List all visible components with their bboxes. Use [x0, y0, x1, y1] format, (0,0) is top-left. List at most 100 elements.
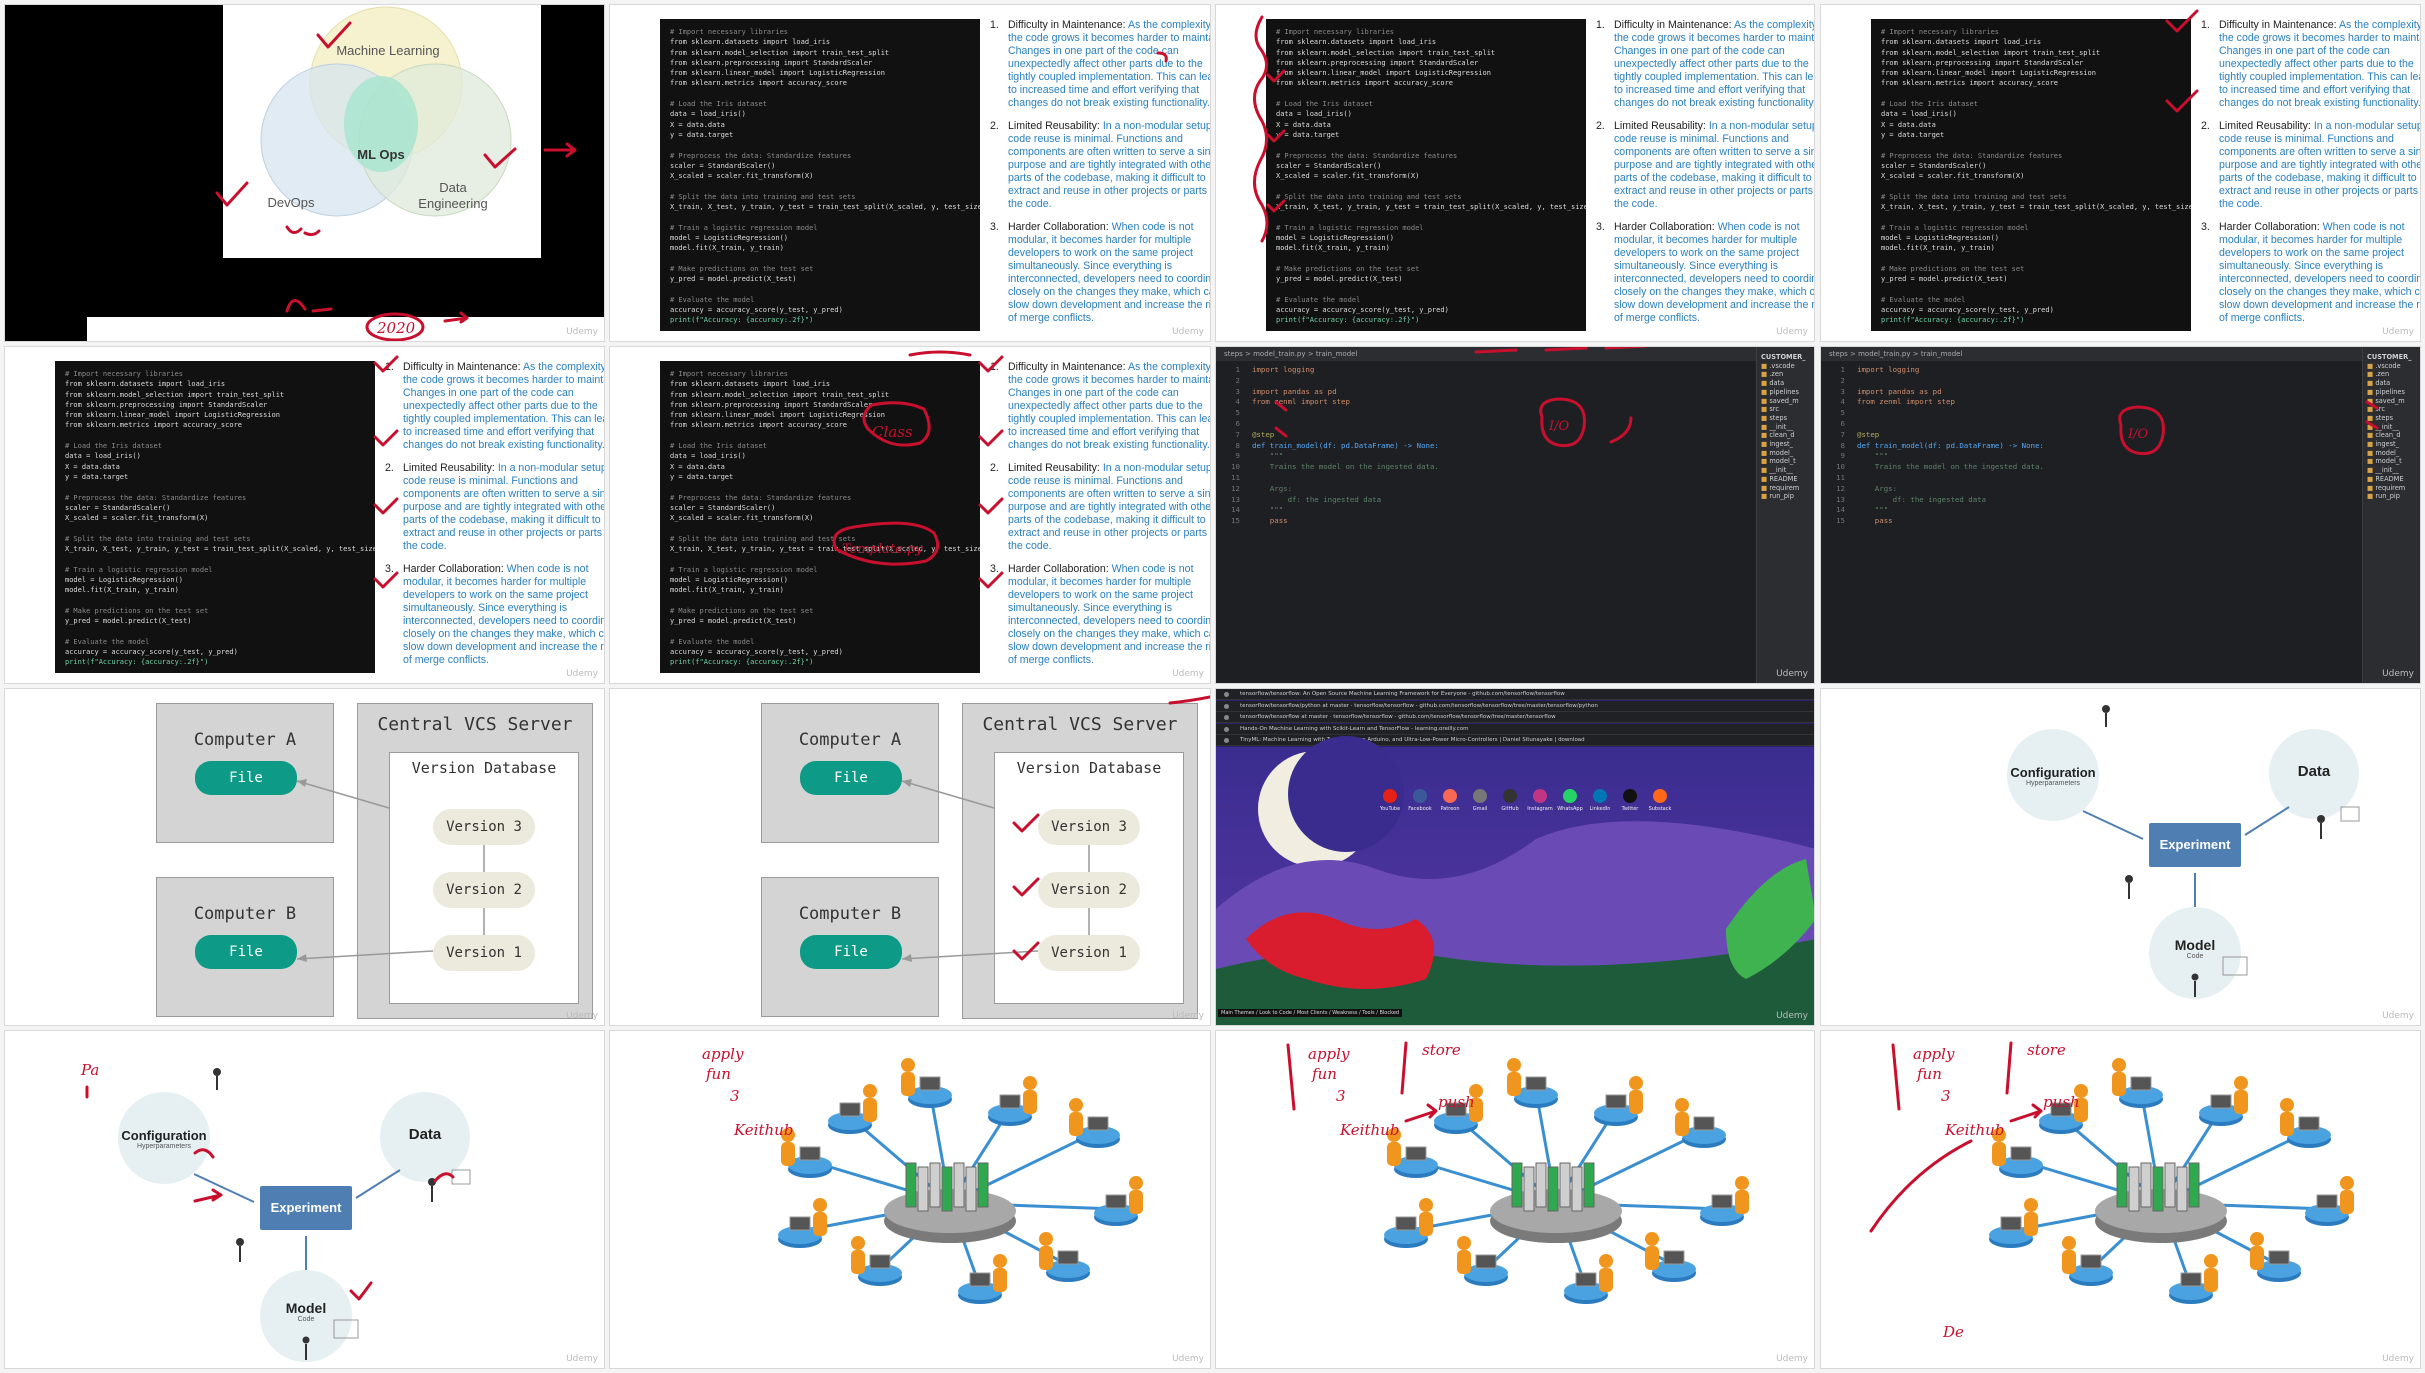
tile-editor-1[interactable]: steps > model_train.py > train_model 123…: [1215, 346, 1815, 684]
version-pill[interactable]: Version 2: [1038, 872, 1140, 908]
social-link[interactable]: Facebook: [1406, 789, 1434, 812]
tree-item[interactable]: ■ clean_d: [2367, 431, 2416, 440]
code-line[interactable]: pass: [1252, 516, 1439, 527]
code-line[interactable]: """: [1252, 451, 1439, 462]
code-line[interactable]: Args:: [1857, 484, 2044, 495]
code-line[interactable]: [1857, 473, 2044, 484]
social-link[interactable]: WhatsApp: [1556, 789, 1584, 812]
code-line[interactable]: from zenml import step: [1252, 397, 1439, 408]
tree-item[interactable]: ■ __init__: [2367, 423, 2416, 432]
tree-item[interactable]: ■ data: [2367, 379, 2416, 388]
tree-item[interactable]: ■ data: [1761, 379, 1810, 388]
tree-item[interactable]: ■ pipelines: [2367, 388, 2416, 397]
editor-code[interactable]: import logging import pandas as pd from z…: [1252, 365, 1439, 527]
tree-item[interactable]: ■ run_pip: [1761, 492, 1810, 501]
code-editor[interactable]: steps > model_train.py > train_model 123…: [1821, 347, 2420, 683]
tile-network-3[interactable]: apply fun 3 Keithub store push De Udemy: [1820, 1030, 2421, 1369]
tree-item[interactable]: ■ saved_m: [1761, 397, 1810, 406]
tile-experiment-2[interactable]: Configuration Hyperparameters Data Experime…: [4, 1030, 605, 1369]
code-line[interactable]: [1857, 408, 2044, 419]
social-link[interactable]: Gmail: [1466, 789, 1494, 812]
code-line[interactable]: import pandas as pd: [1252, 387, 1439, 398]
code-line[interactable]: def train_model(df: pd.DataFrame) -> Non…: [1252, 441, 1439, 452]
project-tree[interactable]: CUSTOMER_ ■ .vscode ■ .zen ■ data ■ pipeline…: [2362, 347, 2420, 683]
tile-experiment-1[interactable]: Configuration Hyperparameters Data Experime…: [1820, 688, 2421, 1026]
tree-item[interactable]: ■ clean_d: [1761, 431, 1810, 440]
tree-item[interactable]: ■ .zen: [1761, 370, 1810, 379]
tile-central-vcs-1[interactable]: Computer A File Computer B File Central VCS …: [4, 688, 605, 1026]
code-line[interactable]: import logging: [1857, 365, 2044, 376]
tree-item[interactable]: ■ README: [2367, 475, 2416, 484]
tree-item[interactable]: ■ steps: [1761, 414, 1810, 423]
code-line[interactable]: [1252, 419, 1439, 430]
code-line[interactable]: import logging: [1252, 365, 1439, 376]
code-editor[interactable]: steps > model_train.py > train_model 123…: [1216, 347, 1814, 683]
social-link[interactable]: Patreon: [1436, 789, 1464, 812]
tile-code-points-1[interactable]: # Import necessary libraries from sklearn…: [609, 4, 1211, 342]
tree-item[interactable]: ■ .vscode: [1761, 362, 1810, 371]
editor-breadcrumb[interactable]: steps > model_train.py > train_model: [1216, 347, 1814, 361]
editor-code[interactable]: import logging import pandas as pd from z…: [1857, 365, 2044, 527]
code-line[interactable]: @step: [1857, 430, 2044, 441]
social-link[interactable]: YouTube: [1376, 789, 1404, 812]
tree-item[interactable]: ■ pipelines: [1761, 388, 1810, 397]
tile-browser[interactable]: tensorflow/tensorflow: An Open Source Ma…: [1215, 688, 1815, 1026]
tree-item[interactable]: ■ model_: [1761, 449, 1810, 458]
code-line[interactable]: import pandas as pd: [1857, 387, 2044, 398]
code-line[interactable]: df: the ingested data: [1857, 495, 2044, 506]
code-line[interactable]: [1252, 376, 1439, 387]
version-pill[interactable]: Version 1: [1038, 935, 1140, 971]
tree-item[interactable]: ■ __init__: [1761, 423, 1810, 432]
tree-item[interactable]: ■ ingest_: [2367, 440, 2416, 449]
code-line[interactable]: from zenml import step: [1857, 397, 2044, 408]
code-line[interactable]: [1252, 473, 1439, 484]
code-line[interactable]: """: [1857, 505, 2044, 516]
tree-item[interactable]: ■ model_t: [2367, 457, 2416, 466]
code-line[interactable]: Args:: [1252, 484, 1439, 495]
tile-code-points-2[interactable]: # Import necessary libraries from sklearn…: [1215, 4, 1815, 342]
tree-item[interactable]: ■ run_pip: [2367, 492, 2416, 501]
code-line[interactable]: [1252, 408, 1439, 419]
tree-item[interactable]: ■ saved_m: [2367, 397, 2416, 406]
version-pill[interactable]: Version 3: [433, 809, 535, 845]
code-line[interactable]: """: [1857, 451, 2044, 462]
tree-item[interactable]: ■ model_t: [1761, 457, 1810, 466]
version-pill[interactable]: Version 3: [1038, 809, 1140, 845]
project-tree[interactable]: CUSTOMER_ ■ .vscode ■ .zen ■ data ■ pipeline…: [1756, 347, 1814, 683]
tile-code-points-5[interactable]: # Import necessary libraries from sklearn…: [609, 346, 1211, 684]
tile-code-points-4[interactable]: # Import necessary libraries from sklearn…: [4, 346, 605, 684]
social-link[interactable]: LinkedIn: [1586, 789, 1614, 812]
tile-network-1[interactable]: apply fun 3 Keithub Udemy: [609, 1030, 1211, 1369]
tree-item[interactable]: ■ __init__: [2367, 466, 2416, 475]
tree-item[interactable]: ■ steps: [2367, 414, 2416, 423]
code-line[interactable]: def train_model(df: pd.DataFrame) -> Non…: [1857, 441, 2044, 452]
tile-editor-2[interactable]: steps > model_train.py > train_model 123…: [1820, 346, 2421, 684]
code-line[interactable]: df: the ingested data: [1252, 495, 1439, 506]
code-line[interactable]: pass: [1857, 516, 2044, 527]
tree-item[interactable]: ■ requirem: [2367, 484, 2416, 493]
tree-item[interactable]: ■ .zen: [2367, 370, 2416, 379]
tile-central-vcs-2[interactable]: Computer A File Computer B File Central VCS …: [609, 688, 1211, 1026]
social-link[interactable]: Instagram: [1526, 789, 1554, 812]
project-title[interactable]: CUSTOMER_: [1761, 353, 1810, 362]
code-line[interactable]: [1857, 376, 2044, 387]
tree-item[interactable]: ■ model_: [2367, 449, 2416, 458]
tree-item[interactable]: ■ requirem: [1761, 484, 1810, 493]
social-link[interactable]: GitHub: [1496, 789, 1524, 812]
social-link[interactable]: Substack: [1646, 789, 1674, 812]
tile-network-2[interactable]: apply fun 3 Keithub store push Udemy: [1215, 1030, 1815, 1369]
tile-mlops-venn[interactable]: Machine Learning ML Ops DevOps Data Engi…: [4, 4, 605, 342]
project-title[interactable]: CUSTOMER_: [2367, 353, 2416, 362]
code-line[interactable]: @step: [1252, 430, 1439, 441]
code-line[interactable]: """: [1252, 505, 1439, 516]
tree-item[interactable]: ■ __init__: [1761, 466, 1810, 475]
tree-item[interactable]: ■ src: [1761, 405, 1810, 414]
tree-item[interactable]: ■ ingest_: [1761, 440, 1810, 449]
social-link[interactable]: Twitter: [1616, 789, 1644, 812]
version-pill[interactable]: Version 1: [433, 935, 535, 971]
tile-code-points-3[interactable]: # Import necessary libraries from sklearn…: [1820, 4, 2421, 342]
browser-footer[interactable]: Main Themes / Look to Code / Most Client…: [1218, 1009, 1403, 1017]
code-line[interactable]: Trains the model on the ingested data.: [1252, 462, 1439, 473]
version-pill[interactable]: Version 2: [433, 872, 535, 908]
code-line[interactable]: [1857, 419, 2044, 430]
